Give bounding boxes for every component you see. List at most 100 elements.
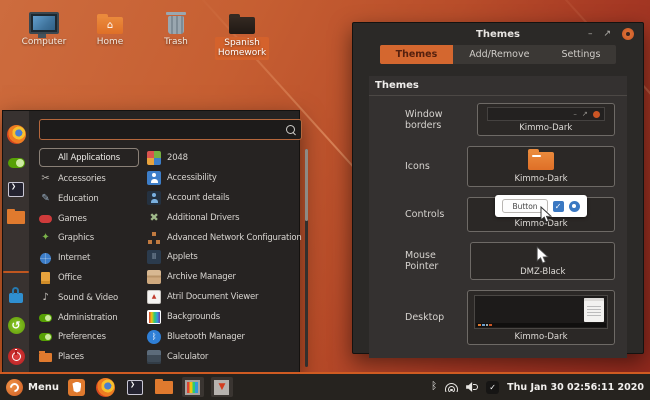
category-office[interactable]: Office	[39, 268, 139, 288]
window-list-themes[interactable]	[182, 377, 204, 397]
desktop-icon-spanish-homework[interactable]: Spanish Homework	[216, 8, 268, 60]
tab-settings[interactable]: Settings	[545, 45, 616, 64]
shutdown-icon[interactable]	[8, 348, 25, 365]
application-menu: ❯ ↺ All Applications ✂Accessories ✎ Educa…	[2, 110, 300, 374]
firefox-icon[interactable]	[7, 125, 26, 144]
logout-icon[interactable]: ↺	[8, 317, 25, 334]
category-sound-video[interactable]: ♪Sound & Video	[39, 288, 139, 308]
category-preferences[interactable]: Preferences	[39, 327, 139, 347]
dark-folder-icon	[229, 8, 255, 34]
themes-app-icon	[185, 380, 200, 395]
app-item-account-details[interactable]: Account details	[147, 188, 302, 208]
app-item-archive-manager[interactable]: Archive Manager	[147, 267, 302, 287]
office-icon	[39, 271, 52, 284]
category-accessories[interactable]: ✂Accessories	[39, 169, 139, 189]
category-label: Administration	[58, 313, 117, 323]
themes-window: Themes – ↗ Themes Add/Remove Settings Th…	[352, 22, 644, 354]
desktop-icon-trash[interactable]: Trash	[150, 8, 202, 60]
desktop-icon-label: Home	[97, 37, 124, 47]
mouse-pointer-picker-button[interactable]: DMZ-Black	[470, 242, 615, 280]
theme-value: Kimmo-Dark	[514, 174, 567, 184]
app-label: Additional Drivers	[167, 213, 239, 223]
app-label: Advanced Network Configuration	[167, 233, 302, 243]
icons-picker-button[interactable]: Kimmo-Dark	[467, 146, 615, 187]
update-manager-icon[interactable]: ✓	[486, 381, 499, 394]
themes-titlebar[interactable]: Themes – ↗	[353, 23, 643, 45]
maximize-icon[interactable]: ↗	[603, 30, 611, 39]
bluetooth-icon: ᛒ	[147, 330, 161, 344]
category-education[interactable]: ✎ Education	[39, 189, 139, 209]
software-manager-icon[interactable]	[8, 158, 25, 168]
themes-tabbar: Themes Add/Remove Settings	[353, 45, 643, 64]
category-places[interactable]: Places	[39, 347, 139, 367]
app-item-additional-drivers[interactable]: ✖Additional Drivers	[147, 208, 302, 228]
search-icon	[286, 125, 295, 134]
close-icon[interactable]	[622, 28, 634, 40]
education-icon: ✎	[39, 192, 52, 205]
theme-row-desktop: Desktop Kimmo-Dark	[379, 285, 617, 350]
app-label: Accessibility	[167, 173, 217, 183]
taskbar: Menu ❯ ▼ ᛒ ✓ Thu Jan 30 02:56:11 2020	[0, 372, 650, 400]
category-label: Education	[58, 194, 99, 204]
desktop-icon-computer[interactable]: Computer	[18, 8, 70, 60]
lock-screen-icon[interactable]	[9, 293, 23, 303]
accessibility-icon	[147, 171, 161, 185]
preview-minimize-icon: –	[573, 111, 577, 118]
taskbar-software-manager[interactable]	[66, 377, 88, 397]
minimize-icon[interactable]: –	[588, 30, 593, 39]
category-all-applications[interactable]: All Applications	[39, 148, 139, 167]
theme-value: Kimmo-Dark	[514, 332, 567, 342]
themes-content: Themes Window borders – ↗ Kimmo-Dark Ico…	[369, 76, 627, 358]
app-item-advanced-network-configuration[interactable]: Advanced Network Configuration	[147, 228, 302, 248]
category-graphics[interactable]: ✦Graphics	[39, 228, 139, 248]
category-internet[interactable]: Internet	[39, 248, 139, 268]
category-label: Office	[58, 273, 82, 283]
scrollbar-handle[interactable]	[305, 149, 308, 221]
desktop-icon-home[interactable]: ⌂ Home	[84, 8, 136, 60]
wifi-icon[interactable]	[445, 383, 458, 392]
terminal-icon: ❯	[127, 380, 143, 395]
app-item-applets[interactable]: ⠿Applets	[147, 247, 302, 267]
preview-close-icon	[593, 111, 600, 118]
app-item-calculator[interactable]: Calculator	[147, 347, 302, 367]
menu-button[interactable]: Menu	[6, 379, 59, 396]
tab-add-remove[interactable]: Add/Remove	[453, 45, 545, 64]
app-label: Applets	[167, 252, 198, 262]
tab-themes[interactable]: Themes	[380, 45, 454, 64]
taskbar-firefox[interactable]	[95, 377, 117, 397]
app-list-scrollbar[interactable]	[305, 149, 308, 367]
row-label: Controls	[381, 209, 444, 220]
window-border-preview: – ↗	[487, 107, 605, 121]
terminal-icon[interactable]: ❯	[8, 182, 24, 197]
taskbar-files[interactable]	[153, 377, 175, 397]
category-administration[interactable]: Administration	[39, 308, 139, 328]
volume-icon[interactable]	[466, 382, 478, 392]
app-label: Account details	[167, 193, 229, 203]
calculator-icon	[147, 350, 161, 364]
taskbar-clock[interactable]: Thu Jan 30 02:56:11 2020	[507, 382, 644, 393]
app-item-atril-document-viewer[interactable]: ▲Atril Document Viewer	[147, 287, 302, 307]
files-icon[interactable]	[7, 211, 25, 224]
window-list-item[interactable]: ▼	[211, 377, 233, 397]
desktop-picker-button[interactable]: Kimmo-Dark	[467, 290, 615, 345]
category-games[interactable]: Games	[39, 209, 139, 229]
menu-main: All Applications ✂Accessories ✎ Education…	[29, 111, 310, 373]
app-item-2048[interactable]: 2048	[147, 148, 302, 168]
preview-button: Button	[502, 199, 547, 213]
menu-logo-icon	[6, 379, 23, 396]
app-item-bluetooth-manager[interactable]: ᛒ Bluetooth Manager	[147, 327, 302, 347]
app-label: Backgrounds	[167, 312, 220, 322]
app-label: Bluetooth Manager	[167, 332, 245, 342]
controls-picker-button[interactable]: Button ✓ Kimmo-Dark	[467, 197, 615, 232]
app-item-accessibility[interactable]: Accessibility	[147, 168, 302, 188]
taskbar-terminal[interactable]: ❯	[124, 377, 146, 397]
theme-row-mouse-pointer: Mouse Pointer DMZ-Black	[379, 237, 617, 285]
graphics-icon: ✦	[39, 232, 52, 245]
app-item-backgrounds[interactable]: Backgrounds	[147, 307, 302, 327]
backgrounds-icon	[147, 310, 161, 324]
window-borders-picker-button[interactable]: – ↗ Kimmo-Dark	[477, 103, 616, 136]
desktop-root: Computer ⌂ Home Trash Spanish Homework ❯…	[0, 0, 650, 400]
menu-search-input[interactable]	[46, 123, 286, 136]
bluetooth-tray-icon[interactable]: ᛒ	[431, 382, 437, 392]
category-label: Internet	[58, 253, 90, 263]
